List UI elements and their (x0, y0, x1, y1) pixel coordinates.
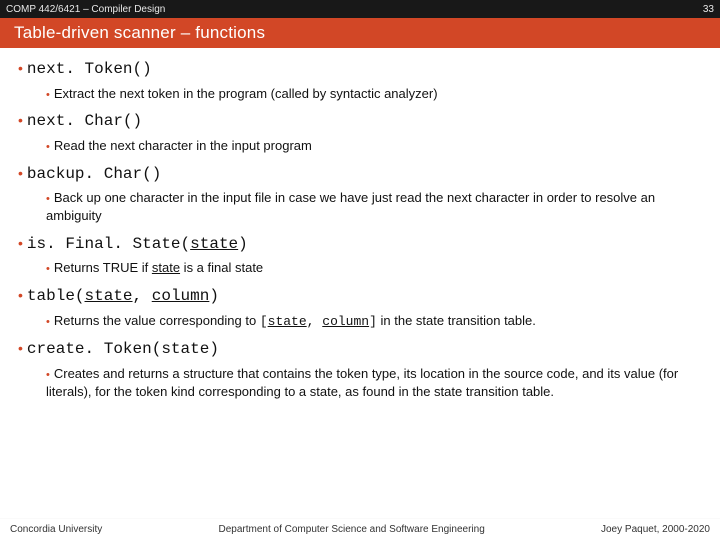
bullet-icon: • (18, 60, 23, 76)
footer-center: Department of Computer Science and Softw… (219, 524, 485, 535)
slide: COMP 442/6421 – Compiler Design 33 Table… (0, 0, 720, 540)
function-description: •Creates and returns a structure that co… (46, 365, 702, 400)
bullet-icon: • (18, 340, 23, 356)
function-description: • Returns the value corresponding to [sta… (46, 312, 702, 331)
function-description: • Returns TRUE if state is a final state (46, 259, 702, 277)
function-heading: •table(state, column) (18, 285, 702, 308)
function-description: • Extract the next token in the program (… (46, 85, 702, 103)
function-heading: •next. Char() (18, 110, 702, 133)
bullet-icon: • (46, 316, 50, 328)
bullet-icon: • (46, 141, 50, 153)
description-text: Extract the next token in the program (c… (54, 86, 438, 101)
content-body: •next. Token()•Extract the next token in… (0, 48, 720, 540)
bullet-icon: • (46, 263, 50, 275)
function-name: next. Char() (27, 112, 142, 130)
bullet-icon: • (18, 112, 23, 128)
title-bar: Table-driven scanner – functions (0, 18, 720, 48)
bullet-icon: • (18, 165, 23, 181)
function-description: • Read the next character in the input pr… (46, 137, 702, 155)
function-description: •Back up one character in the input file… (46, 189, 702, 224)
function-name: create. Token(state) (27, 340, 219, 358)
bullet-icon: • (46, 89, 50, 101)
bullet-icon: • (18, 235, 23, 251)
description-text: Read the next character in the input pro… (54, 138, 312, 153)
description-text: Creates and returns a structure that con… (46, 366, 678, 399)
top-bar: COMP 442/6421 – Compiler Design 33 (0, 0, 720, 18)
course-label: COMP 442/6421 – Compiler Design (6, 4, 165, 15)
description-text: Back up one character in the input file … (46, 190, 655, 223)
function-heading: •create. Token(state) (18, 338, 702, 361)
footer: Concordia University Department of Compu… (0, 518, 720, 540)
description-text: Returns the value corresponding to [stat… (54, 313, 536, 328)
function-heading: •is. Final. State(state) (18, 233, 702, 256)
function-name: backup. Char() (27, 165, 161, 183)
page-number: 33 (703, 4, 714, 15)
footer-right: Joey Paquet, 2000-2020 (601, 524, 710, 535)
function-name: table(state, column) (27, 287, 219, 305)
description-text: Returns TRUE if state is a final state (54, 260, 263, 275)
slide-title: Table-driven scanner – functions (14, 23, 265, 43)
bullet-icon: • (46, 369, 50, 381)
function-heading: •next. Token() (18, 58, 702, 81)
footer-left: Concordia University (10, 524, 102, 535)
function-name: is. Final. State(state) (27, 235, 248, 253)
bullet-icon: • (46, 193, 50, 205)
function-name: next. Token() (27, 60, 152, 78)
bullet-icon: • (18, 287, 23, 303)
function-heading: •backup. Char() (18, 163, 702, 186)
